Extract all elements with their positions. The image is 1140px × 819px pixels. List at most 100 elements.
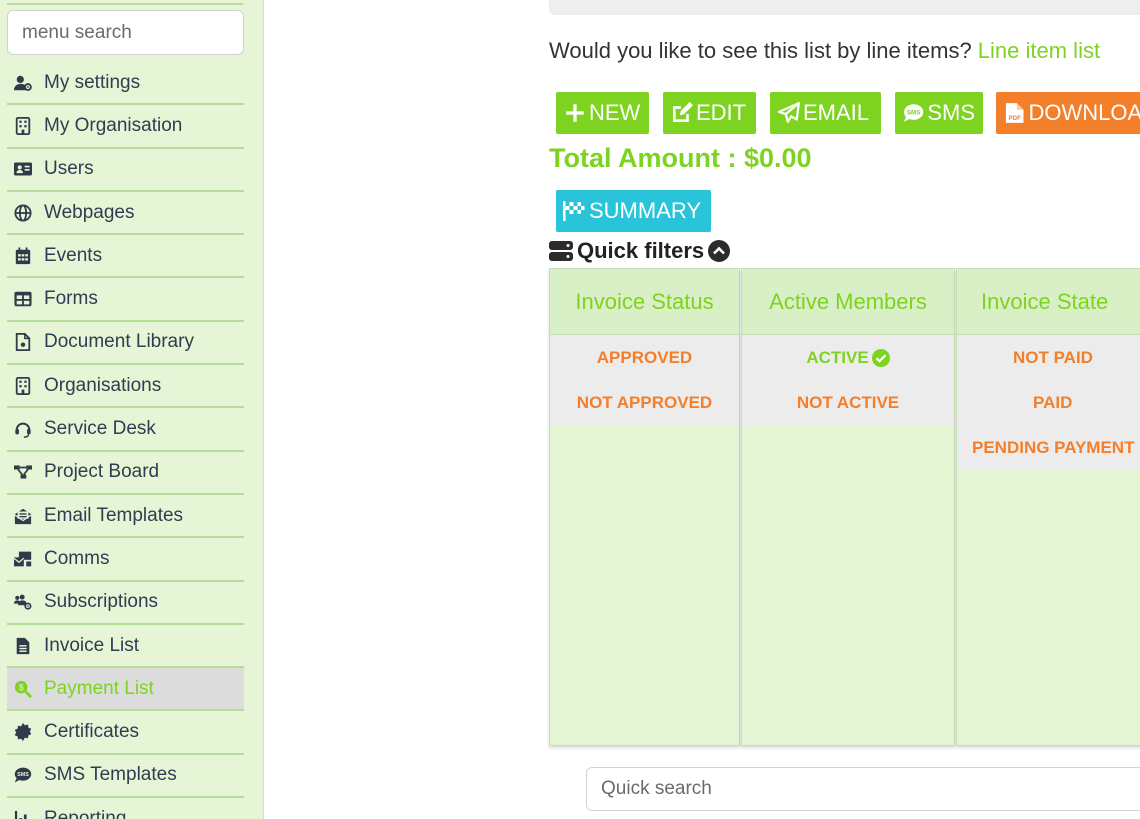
sidebar-item-label: Certificates (44, 721, 140, 743)
line-item-question-text: Would you like to see this list by line … (549, 38, 978, 63)
sidebar-item-label: My settings (44, 71, 141, 93)
quick-filters-header: Quick filters (549, 238, 731, 264)
filter-column-header: Invoice Status (550, 269, 739, 335)
sidebar: My settings My Organisation Users Webpag… (0, 0, 264, 819)
sidebar-nav: My settings My Organisation Users Webpag… (7, 62, 244, 819)
pdf-file-icon: PDF (1005, 103, 1024, 123)
certificate-icon (12, 722, 34, 742)
sidebar-item-sms-templates[interactable]: SMS SMS Templates (7, 755, 244, 799)
sidebar-item-label: Document Library (44, 331, 194, 353)
database-icon (549, 241, 573, 261)
sidebar-item-label: Comms (44, 547, 110, 569)
calendar-icon (12, 246, 34, 266)
new-button-label: NEW (589, 100, 641, 125)
sidebar-item-events[interactable]: Events (7, 235, 244, 279)
sidebar-item-reporting[interactable]: Reporting (7, 798, 244, 819)
sidebar-item-comms[interactable]: Comms (7, 538, 244, 582)
sidebar-item-label: Subscriptions (44, 591, 159, 613)
table-icon (12, 289, 34, 309)
sidebar-item-label: My Organisation (44, 114, 183, 136)
building-icon (12, 376, 34, 396)
sidebar-divider (7, 3, 243, 5)
filter-option-approved[interactable]: APPROVED (550, 335, 739, 380)
menu-search-input[interactable] (7, 10, 244, 55)
sms-button-label: SMS (927, 100, 975, 125)
sidebar-item-label: Users (44, 158, 94, 180)
sidebar-item-my-settings[interactable]: My settings (7, 62, 244, 106)
filter-option-paid[interactable]: PAID (957, 380, 1140, 425)
email-button-label: EMAIL (803, 100, 870, 125)
sidebar-item-users[interactable]: Users (7, 149, 244, 192)
sidebar-item-project-board[interactable]: Project Board (7, 452, 244, 495)
filter-option-not-active[interactable]: NOT ACTIVE (742, 380, 954, 425)
download-button-label: DOWNLOAD (1028, 100, 1140, 125)
line-item-list-link[interactable]: Line item list (978, 38, 1100, 63)
total-amount: Total Amount : $0.00 (549, 143, 812, 173)
sidebar-item-my-organisation[interactable]: My Organisation (7, 105, 244, 149)
filter-column-invoice-status: Invoice Status APPROVED NOT APPROVED (549, 268, 740, 746)
line-item-prompt: Would you like to see this list by line … (549, 38, 1100, 64)
top-panel (549, 0, 1140, 15)
filter-column-header: Active Members (742, 269, 954, 335)
filter-option-label: ACTIVE (806, 347, 869, 367)
sms-icon: SMS (12, 765, 34, 785)
sidebar-item-label: Organisations (44, 374, 162, 396)
sidebar-item-label: SMS Templates (44, 764, 177, 786)
new-button[interactable]: NEW (556, 92, 649, 134)
sidebar-item-subscriptions[interactable]: Subscriptions (7, 582, 244, 625)
headset-icon (12, 419, 34, 439)
filter-column-invoice-state: Invoice State NOT PAID PAID PENDING PAYM… (956, 268, 1140, 746)
mail-bulk-icon (12, 549, 34, 569)
sidebar-item-label: Reporting (44, 807, 127, 819)
sidebar-item-invoice-list[interactable]: Invoice List (7, 625, 244, 669)
summary-button[interactable]: SUMMARY (556, 190, 711, 232)
sidebar-item-label: Forms (44, 288, 98, 310)
sidebar-item-forms[interactable]: Forms (7, 278, 244, 322)
chevron-up-circle-icon[interactable] (708, 240, 731, 262)
file-icon (12, 332, 34, 352)
sidebar-item-document-library[interactable]: Document Library (7, 322, 244, 366)
filter-option-not-approved[interactable]: NOT APPROVED (550, 380, 739, 425)
globe-icon (12, 203, 34, 223)
sidebar-item-label: Project Board (44, 461, 160, 483)
sidebar-item-certificates[interactable]: Certificates (7, 711, 244, 755)
sidebar-item-service-desk[interactable]: Service Desk (7, 408, 244, 452)
plus-icon (566, 104, 584, 122)
chart-icon (12, 809, 34, 819)
filter-column-active-members: Active Members ACTIVE NOT ACTIVE (741, 268, 955, 746)
quick-filters-label: Quick filters (577, 238, 705, 263)
checkered-flag-icon (563, 201, 585, 221)
sidebar-item-payment-list[interactable]: $ Payment List (7, 668, 244, 712)
download-button[interactable]: PDF DOWNLOAD (996, 92, 1140, 134)
sidebar-item-label: Service Desk (44, 418, 156, 440)
sidebar-item-organisations[interactable]: Organisations (7, 365, 244, 409)
filter-option-pending-payment[interactable]: PENDING PAYMENT (957, 425, 1140, 470)
envelope-open-icon (12, 506, 34, 526)
summary-button-label: SUMMARY (589, 198, 702, 223)
sidebar-item-label: Events (44, 244, 103, 266)
users-gear-icon (12, 592, 34, 612)
filter-column-header: Invoice State (957, 269, 1140, 335)
id-card-icon (12, 159, 34, 179)
building-icon (12, 116, 34, 136)
sidebar-item-label: Webpages (44, 201, 135, 223)
svg-text:$: $ (19, 682, 24, 692)
svg-text:PDF: PDF (1009, 116, 1021, 122)
svg-text:SMS: SMS (907, 109, 921, 116)
sidebar-item-email-templates[interactable]: Email Templates (7, 495, 244, 539)
sidebar-item-label: Payment List (44, 677, 154, 699)
quick-search-input[interactable] (586, 767, 1140, 811)
paper-plane-icon (778, 102, 800, 123)
sidebar-item-webpages[interactable]: Webpages (7, 192, 244, 236)
user-gear-icon (12, 73, 34, 93)
sidebar-item-label: Invoice List (44, 634, 140, 656)
filter-option-active[interactable]: ACTIVE (742, 335, 954, 380)
sitemap-icon (12, 462, 34, 482)
email-button[interactable]: EMAIL (770, 92, 881, 134)
edit-button-label: EDIT (696, 100, 747, 125)
sms-bubble-icon: SMS (903, 104, 924, 122)
sms-button[interactable]: SMS SMS (895, 92, 983, 134)
filter-option-not-paid[interactable]: NOT PAID (957, 335, 1140, 380)
invoice-icon (12, 636, 34, 656)
edit-button[interactable]: EDIT (663, 92, 756, 134)
